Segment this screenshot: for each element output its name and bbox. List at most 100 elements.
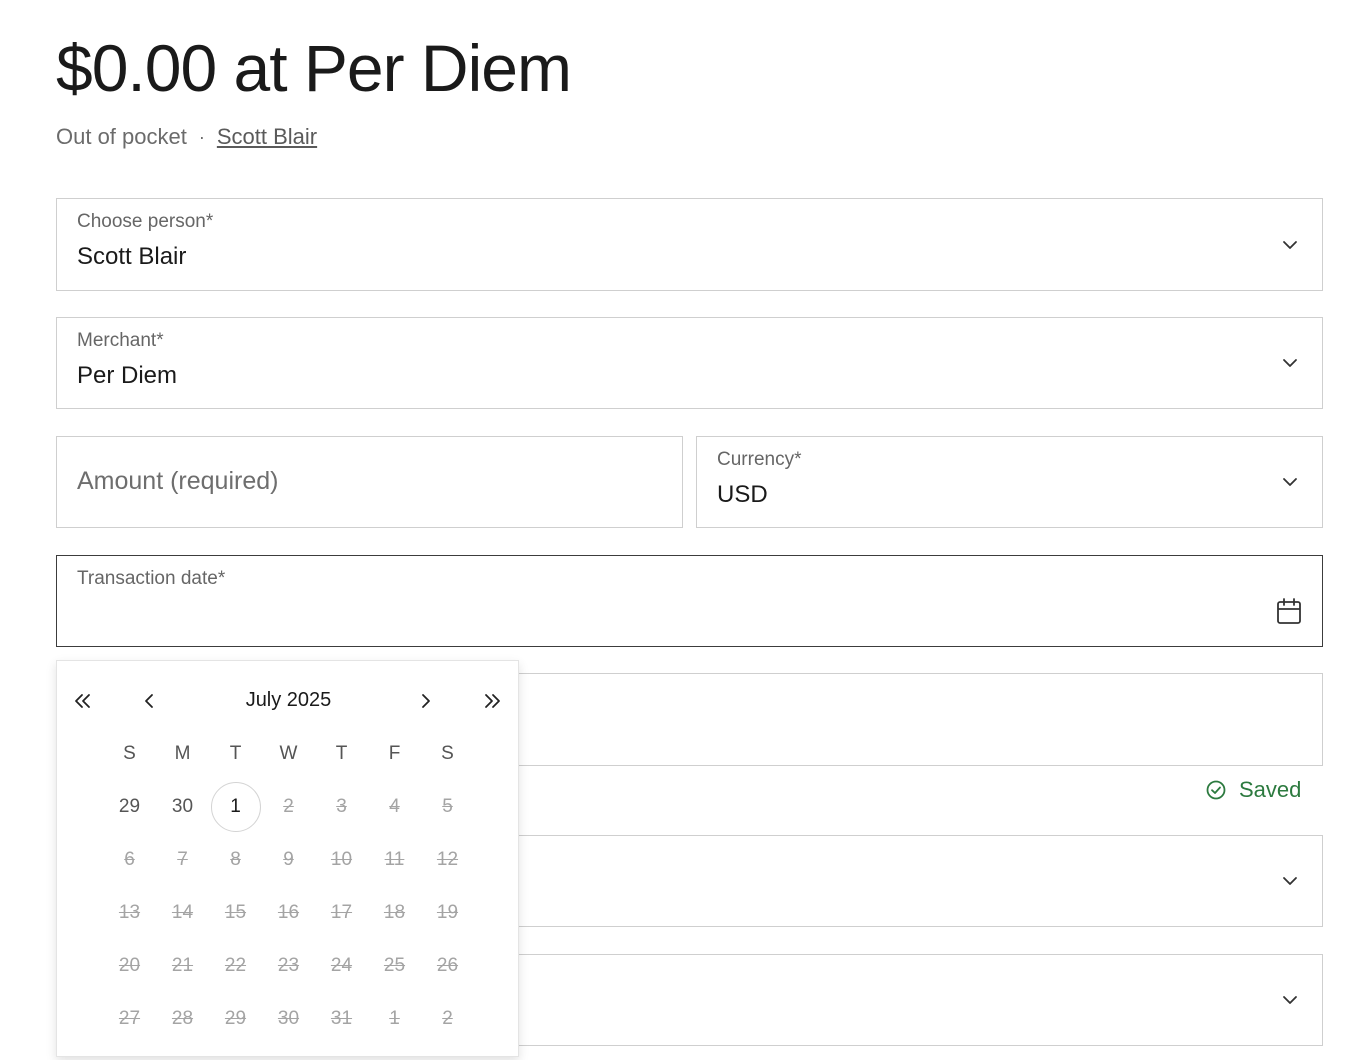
date-cell-label: 24	[330, 954, 353, 976]
double-chevron-right-icon[interactable]	[478, 687, 506, 715]
weekday-header: M	[174, 742, 191, 764]
date-cell: 2	[421, 992, 474, 1045]
date-cell-label: 5	[442, 795, 453, 817]
chevron-right-icon[interactable]	[412, 687, 440, 715]
date-cell-label: 1	[389, 1007, 400, 1029]
date-cell: 21	[156, 939, 209, 992]
date-cell: 15	[209, 886, 262, 939]
chevron-down-icon[interactable]	[1280, 990, 1300, 1010]
date-cell: 20	[103, 939, 156, 992]
transaction-date-label: Transaction date*	[77, 568, 226, 589]
currency-select-value: USD	[717, 481, 768, 508]
date-cell-label: 20	[118, 954, 141, 976]
expense-form-page: $0.00 at Per Diem Out of pocket · Scott …	[0, 0, 1366, 1060]
date-cell: 13	[103, 886, 156, 939]
saved-status-label: Saved	[1239, 777, 1302, 802]
date-cell-label: 2	[283, 795, 294, 817]
date-cell: 18	[368, 886, 421, 939]
date-picker-grid: S M T W T F S 29 30 1 2 3 4 5 6 7 8 9 10 11 12 13 14 15 16 17 18 19…	[103, 727, 474, 1045]
date-cell-label: 25	[383, 954, 406, 976]
merchant-select-value: Per Diem	[77, 362, 178, 389]
chevron-down-icon[interactable]	[1280, 235, 1300, 255]
merchant-select-label: Merchant*	[77, 330, 164, 351]
currency-select[interactable]: Currency* USD	[696, 436, 1323, 528]
double-chevron-left-icon[interactable]	[69, 687, 97, 715]
date-cell-label: 29	[118, 795, 141, 817]
calendar-icon[interactable]	[1276, 598, 1302, 626]
page-title: $0.00 at Per Diem	[56, 31, 572, 105]
weekday-header: W	[279, 742, 298, 764]
amount-input[interactable]: Amount (required)	[56, 436, 683, 528]
weekday-header: S	[441, 742, 454, 764]
chevron-left-icon[interactable]	[135, 687, 163, 715]
date-cell-label: 11	[384, 848, 405, 870]
date-cell: 9	[262, 833, 315, 886]
date-cell: 14	[156, 886, 209, 939]
date-cell-label: 27	[118, 1007, 141, 1029]
date-cell: 22	[209, 939, 262, 992]
date-cell: 29	[209, 992, 262, 1045]
currency-select-label: Currency*	[717, 449, 802, 470]
person-select[interactable]: Choose person* Scott Blair	[56, 198, 1323, 291]
date-cell-label: 22	[224, 954, 247, 976]
date-cell-label: 28	[171, 1007, 194, 1029]
weekday-header: F	[388, 742, 401, 764]
weekday-header: S	[123, 742, 136, 764]
date-cell: 8	[209, 833, 262, 886]
date-cell-label: 19	[436, 901, 459, 923]
date-cell-label: 17	[330, 901, 353, 923]
date-cell-today[interactable]: 1	[209, 780, 262, 833]
person-link[interactable]: Scott Blair	[217, 124, 317, 150]
date-cell: 17	[315, 886, 368, 939]
date-cell-label: 3	[336, 795, 347, 817]
date-cell: 10	[315, 833, 368, 886]
date-cell: 16	[262, 886, 315, 939]
date-cell: 26	[421, 939, 474, 992]
saved-status: Saved	[1205, 777, 1301, 803]
date-cell: 19	[421, 886, 474, 939]
date-picker-month-label: July 2025	[245, 689, 332, 711]
transaction-date-input[interactable]: Transaction date*	[56, 555, 1323, 647]
date-picker-popup: July 2025 S M T W T F S 29 30 1 2 3 4 5 6 7 8 9 10 11 12 13 14…	[56, 660, 519, 1057]
separator-dot: ·	[198, 126, 205, 147]
date-cell-label: 23	[277, 954, 300, 976]
date-cell-label: 4	[389, 795, 400, 817]
date-cell[interactable]: 30	[156, 780, 209, 833]
date-cell: 4	[368, 780, 421, 833]
date-cell-label: 10	[330, 848, 353, 870]
date-cell: 6	[103, 833, 156, 886]
date-cell-label: 9	[283, 848, 294, 870]
date-cell: 31	[315, 992, 368, 1045]
date-cell: 12	[421, 833, 474, 886]
date-cell: 23	[262, 939, 315, 992]
date-cell-label: 1	[210, 781, 261, 832]
date-cell-label: 2	[442, 1007, 453, 1029]
date-cell: 2	[262, 780, 315, 833]
amount-placeholder: Amount (required)	[77, 467, 279, 495]
date-cell-label: 6	[124, 848, 135, 870]
date-cell-label: 29	[224, 1007, 247, 1029]
date-cell-label: 7	[177, 848, 188, 870]
date-cell: 28	[156, 992, 209, 1045]
date-cell: 7	[156, 833, 209, 886]
person-select-label: Choose person*	[77, 211, 214, 232]
person-select-value: Scott Blair	[77, 243, 187, 270]
date-cell: 27	[103, 992, 156, 1045]
date-cell-label: 14	[171, 901, 194, 923]
weekday-header: T	[229, 742, 242, 764]
chevron-down-icon[interactable]	[1280, 353, 1300, 373]
date-cell-label: 13	[118, 901, 141, 923]
date-cell: 5	[421, 780, 474, 833]
chevron-down-icon[interactable]	[1280, 472, 1300, 492]
date-picker-header: July 2025	[57, 683, 520, 719]
weekday-header: T	[335, 742, 348, 764]
chevron-down-icon[interactable]	[1280, 871, 1300, 891]
check-circle-icon	[1206, 780, 1226, 800]
payment-type: Out of pocket	[56, 124, 187, 149]
merchant-select[interactable]: Merchant* Per Diem	[56, 317, 1323, 409]
date-cell: 1	[368, 992, 421, 1045]
date-cell: 3	[315, 780, 368, 833]
date-cell[interactable]: 29	[103, 780, 156, 833]
date-cell: 24	[315, 939, 368, 992]
date-cell-label: 12	[436, 848, 459, 870]
